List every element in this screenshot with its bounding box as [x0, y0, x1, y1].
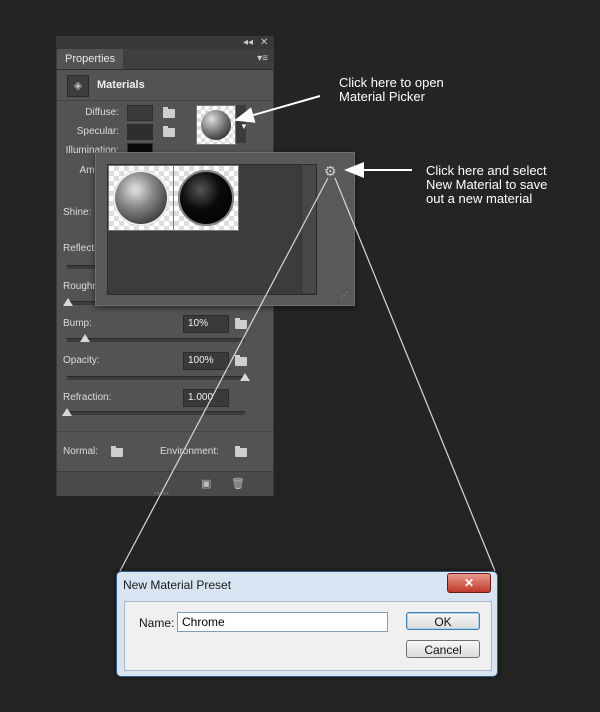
ok-button[interactable]: OK — [406, 612, 480, 630]
close-icon[interactable]: ✕ — [464, 576, 474, 590]
annotation-line: New Material to save — [426, 177, 548, 192]
annotation-line: Material Picker — [339, 89, 425, 104]
annotation-line: Click here to open — [339, 75, 444, 90]
annotation-line: Click here and select — [426, 163, 547, 178]
dialog-title: New Material Preset — [123, 578, 232, 592]
gear-annotation: Click here and select New Material to sa… — [426, 164, 547, 206]
name-label: Name: — [139, 616, 175, 630]
close-button[interactable]: ✕ — [447, 573, 491, 593]
picker-arrow — [234, 95, 321, 123]
annotation-line: out a new material — [426, 191, 533, 206]
new-material-preset-dialog: New Material Preset ✕ Name: Chrome OK Ca… — [116, 571, 498, 677]
name-input[interactable]: Chrome — [177, 612, 388, 632]
callout-line-left — [119, 177, 329, 572]
callout-line-right — [334, 177, 496, 572]
picker-annotation: Click here to open Material Picker — [339, 76, 444, 104]
cancel-button[interactable]: Cancel — [406, 640, 480, 658]
dialog-body: Name: Chrome OK Cancel — [124, 601, 492, 671]
